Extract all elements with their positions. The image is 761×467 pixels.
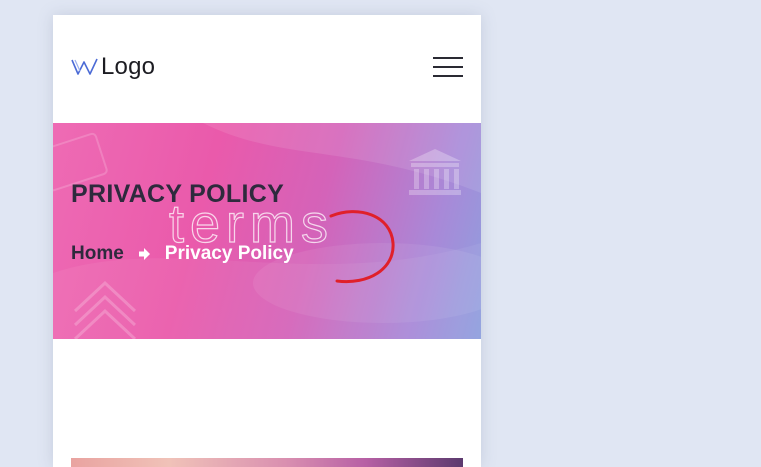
breadcrumb-current: Privacy Policy [164, 243, 294, 264]
hamburger-menu-icon[interactable] [433, 57, 463, 79]
content-image [71, 458, 463, 467]
w-logo-icon [71, 58, 99, 76]
mobile-page-frame: Logo PRIVACY POLICY terms Home Privacy P… [53, 15, 481, 467]
menu-line [433, 75, 463, 77]
menu-line [433, 66, 463, 68]
breadcrumb-home-link[interactable]: Home [71, 243, 124, 265]
breadcrumb: Home Privacy Policy [71, 243, 294, 265]
red-scribble-annotation [329, 210, 395, 284]
site-header: Logo [53, 15, 481, 123]
page-banner: PRIVACY POLICY terms Home Privacy Policy [53, 123, 481, 339]
logo-text: Logo [101, 53, 156, 80]
logo-link[interactable]: Logo [71, 53, 155, 81]
menu-line [433, 57, 463, 59]
arrow-right-icon [138, 247, 151, 261]
